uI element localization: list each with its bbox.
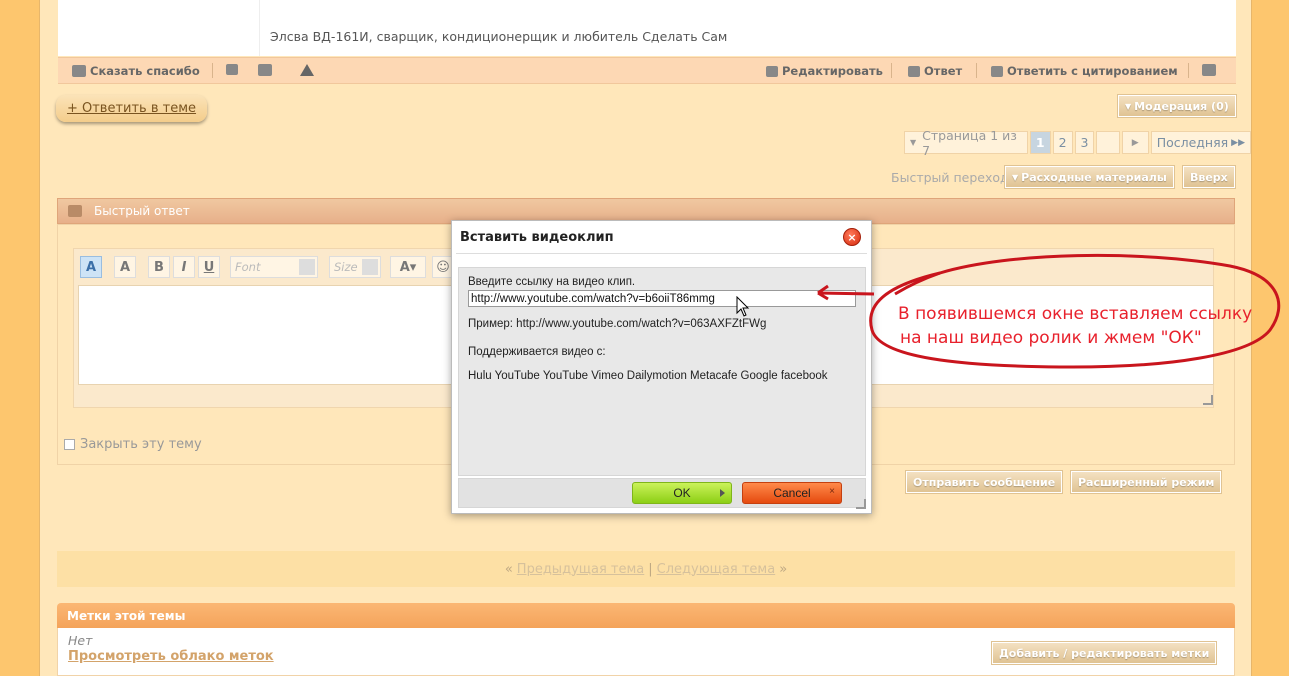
reply-quote-label: Ответить с цитированием: [1007, 64, 1178, 78]
next-arrow-icon: ▶: [1131, 137, 1139, 148]
advanced-mode-button[interactable]: Расширенный режим: [1071, 471, 1222, 493]
close-topic-checkbox[interactable]: [64, 439, 75, 450]
annotation-text: В появившемся окне вставляем ссылку на н…: [898, 302, 1252, 350]
page-gap: [1096, 131, 1120, 154]
post-author-column: [58, 0, 260, 56]
video-url-prompt: Введите ссылку на видео клип.: [468, 276, 636, 288]
video-url-example: Пример: http://www.youtube.com/watch?v=0…: [468, 318, 767, 330]
chevron-down-icon: [299, 259, 315, 275]
wysiwyg-toggle-icon[interactable]: A: [80, 256, 102, 278]
quote-bubble-icon: [991, 65, 1003, 77]
edit-post-button[interactable]: Редактировать: [766, 64, 883, 78]
annotation-line-2: на наш видео ролик и жмем "ОК": [900, 328, 1202, 348]
post-action-bar: Сказать спасибо Редактировать Ответ Отве…: [58, 57, 1236, 84]
thanks-label: Сказать спасибо: [90, 64, 200, 78]
ok-label: OK: [673, 486, 691, 500]
tags-header: Метки этой темы: [57, 603, 1235, 628]
font-select[interactable]: Font: [230, 256, 318, 278]
quick-nav-forum: Расходные материалы: [1021, 170, 1167, 184]
fast-forward-icon: ▶▶: [1231, 137, 1245, 148]
bold-icon[interactable]: B: [148, 256, 170, 278]
close-topic-label: Закрыть эту тему: [80, 437, 202, 452]
close-topic-option[interactable]: Закрыть эту тему: [64, 437, 202, 452]
size-placeholder: Size: [334, 260, 358, 274]
size-select[interactable]: Size: [329, 256, 381, 278]
annotation-line-1: В появившемся окне вставляем ссылку: [898, 304, 1253, 324]
quick-reply-title: Быстрый ответ: [94, 204, 190, 218]
cancel-label: Cancel: [773, 486, 811, 500]
close-icon[interactable]: ×: [843, 228, 861, 246]
ip-icon: [226, 64, 238, 75]
cards-icon: [258, 64, 272, 76]
quick-nav-select[interactable]: ▼ Расходные материалы: [1005, 166, 1174, 188]
reply-arrow-icon: [908, 65, 920, 77]
page-link[interactable]: 2: [1052, 131, 1073, 154]
page-menu-button[interactable]: ▼ Страница 1 из 7: [904, 128, 1028, 158]
next-topic-link[interactable]: Следующая тема: [657, 562, 776, 577]
resize-handle-icon[interactable]: [1203, 395, 1213, 405]
edit-tags-button[interactable]: Добавить / редактировать метки: [992, 642, 1217, 664]
multi-quote-icon: [1202, 64, 1216, 76]
underline-icon[interactable]: U: [198, 256, 220, 278]
insert-video-dialog: Вставить видеоклип × Введите ссылку на в…: [451, 220, 872, 514]
prev-topic-link[interactable]: Предыдущая тема: [517, 562, 644, 577]
last-page-button[interactable]: Последняя ▶▶: [1150, 131, 1251, 154]
warning-icon: [300, 64, 314, 76]
report-card-button[interactable]: [258, 64, 272, 76]
last-page-label: Последняя: [1156, 135, 1229, 150]
reply-post-button[interactable]: Ответ: [908, 64, 962, 78]
video-url-input[interactable]: http://www.youtube.com/watch?v=b6oiiT86m…: [468, 290, 856, 307]
nav-quote-left: «: [504, 561, 513, 577]
reply-label: Ответ: [924, 64, 963, 78]
text-color-icon[interactable]: A▾: [390, 256, 426, 278]
top-button[interactable]: Вверх: [1183, 166, 1235, 188]
multi-quote-button[interactable]: [1202, 64, 1216, 76]
nav-separator: |: [648, 561, 653, 577]
resize-handle-icon[interactable]: [856, 499, 866, 509]
page-link[interactable]: 3: [1074, 131, 1095, 154]
pencil-icon: [766, 65, 778, 77]
page-link-current[interactable]: 1: [1029, 131, 1051, 154]
thumbs-up-icon: [72, 65, 86, 77]
dialog-title: Вставить видеоклип: [460, 230, 614, 245]
dropdown-arrow-icon: ▼: [1125, 101, 1132, 111]
thanks-button[interactable]: Сказать спасибо: [72, 64, 200, 78]
reply-topic-button[interactable]: + Ответить в теме: [56, 95, 207, 122]
topic-navigation: « Предыдущая тема | Следующая тема »: [57, 551, 1235, 587]
supported-providers: Hulu YouTube YouTube Vimeo Dailymotion M…: [468, 370, 828, 382]
pagination: ▼ Страница 1 из 7 1 2 3 ▶ Последняя ▶▶: [904, 128, 1251, 158]
tag-cloud-link[interactable]: Просмотреть облако меток: [68, 649, 274, 664]
font-placeholder: Font: [235, 260, 261, 274]
page-count-label: Страница 1 из 7: [922, 127, 1017, 158]
supported-label: Поддерживается видео с:: [468, 346, 606, 358]
chevron-down-icon: [362, 259, 378, 275]
dialog-divider: [456, 253, 867, 254]
post-signature: Элсва ВД-161И, сварщик, кондиционерщик и…: [270, 29, 728, 44]
quick-nav-label: Быстрый переход: [891, 170, 1009, 185]
edit-label: Редактировать: [782, 64, 883, 78]
send-message-button[interactable]: Отправить сообщение: [906, 471, 1063, 493]
remove-format-icon[interactable]: A: [114, 256, 136, 278]
tags-none: Нет: [68, 633, 93, 648]
dropdown-arrow-icon: ▼: [1012, 172, 1019, 182]
ok-button[interactable]: OK: [632, 482, 732, 504]
reply-quote-button[interactable]: Ответить с цитированием: [991, 64, 1178, 78]
arrow-right-icon: [720, 489, 725, 497]
italic-icon[interactable]: I: [173, 256, 195, 278]
reply-arrow-icon: [68, 205, 82, 217]
next-page-button[interactable]: ▶: [1121, 131, 1149, 154]
moderation-button[interactable]: ▼ Модерация (0): [1118, 95, 1236, 117]
ip-button[interactable]: [226, 64, 238, 75]
nav-quote-right: »: [779, 561, 788, 577]
cancel-button[interactable]: Cancel ×: [742, 482, 842, 504]
mouse-cursor-icon: [736, 296, 750, 317]
moderation-label: Модерация (0): [1134, 99, 1229, 113]
dropdown-arrow-icon: ▼: [910, 138, 917, 147]
report-button[interactable]: [300, 64, 314, 76]
close-small-icon: ×: [829, 486, 835, 497]
